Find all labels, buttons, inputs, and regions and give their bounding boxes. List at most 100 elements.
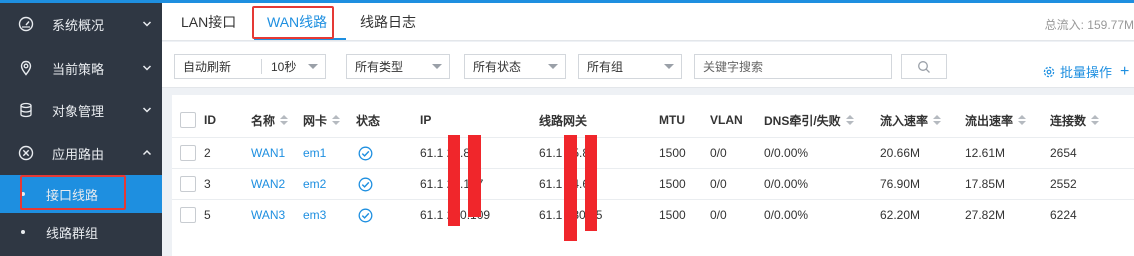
header-outflow[interactable]: 流出速率 <box>965 103 1027 137</box>
redaction-bar <box>448 135 460 226</box>
type-select[interactable]: 所有类型 <box>346 54 450 79</box>
row-checkbox[interactable] <box>180 200 196 230</box>
cell-id: 5 <box>204 208 211 222</box>
cell-name-link[interactable]: WAN3 <box>251 200 285 230</box>
cell-inflow: 62.20M <box>880 208 921 222</box>
cell-dns: 0/0.00% <box>764 208 809 222</box>
status-ok-icon <box>358 138 373 168</box>
status-select[interactable]: 所有状态 <box>464 54 566 79</box>
table-row[interactable]: 3 WAN2 em2 61.1 2. .107 61.1 . 4.65 1500… <box>172 168 1134 199</box>
divider <box>261 59 262 74</box>
header-vlan: VLAN <box>710 113 743 127</box>
toolbar: 自动刷新 10秒 所有类型 所有状态 所有组 关键字搜索 批量操作 + <box>162 42 1134 88</box>
batch-operation-label: 批量操作 <box>1060 65 1113 80</box>
cell-id: 2 <box>204 146 211 160</box>
group-select[interactable]: 所有组 <box>578 54 682 79</box>
cell-connections: 6224 <box>1050 208 1077 222</box>
status-ok-icon <box>358 169 373 199</box>
cell-vlan: 0/0 <box>710 177 727 191</box>
header-nic[interactable]: 网卡 <box>303 103 341 137</box>
cell-inflow: 20.66M <box>880 146 921 160</box>
cell-nic-link[interactable]: em3 <box>303 200 326 230</box>
header-name-label: 名称 <box>251 113 276 128</box>
table-row[interactable]: 5 WAN3 em3 61.1 2. 0.109 61.1 . 30.65 15… <box>172 199 1134 230</box>
redaction-bar <box>585 135 597 231</box>
highlight-box-tab <box>252 6 334 39</box>
auto-refresh-button[interactable]: 自动刷新 <box>183 58 231 75</box>
sidebar-subitem-line-groups[interactable]: 线路群组 <box>0 213 162 251</box>
dashboard-icon <box>0 16 52 32</box>
sidebar-item-label: 当前策略 <box>52 61 105 77</box>
cell-mtu: 1500 <box>659 208 686 222</box>
header-outflow-label: 流出速率 <box>965 113 1014 128</box>
chevron-down-icon <box>132 105 162 115</box>
header-mtu: MTU <box>659 113 685 127</box>
batch-operation-button[interactable]: 批量操作 + <box>1042 62 1129 81</box>
header-connections[interactable]: 连接数 <box>1050 103 1100 137</box>
cell-vlan: 0/0 <box>710 146 727 160</box>
cell-name-link[interactable]: WAN1 <box>251 138 285 168</box>
sidebar-item-current-policy[interactable]: 当前策略 <box>0 47 162 89</box>
select-all-checkbox[interactable] <box>180 103 196 137</box>
tab-line-logs[interactable]: 线路日志 <box>360 3 416 40</box>
row-checkbox[interactable] <box>180 138 196 168</box>
sort-icon <box>845 115 854 125</box>
tab-lan-interface[interactable]: LAN接口 <box>181 3 236 40</box>
bullet-icon <box>0 230 46 234</box>
redaction-bar <box>564 135 577 241</box>
header-id: ID <box>204 113 216 127</box>
type-select-value: 所有类型 <box>355 60 404 74</box>
cell-mtu: 1500 <box>659 146 686 160</box>
gear-icon <box>1043 66 1055 77</box>
database-icon <box>0 102 52 118</box>
redaction-bar <box>468 135 481 217</box>
app-window: 系统概况 当前策略 对象管理 应用路由 接口线路 线路群组 LAN接口 WAN线… <box>0 0 1134 256</box>
auto-refresh-control[interactable]: 自动刷新 10秒 <box>174 54 326 79</box>
header-inflow-label: 流入速率 <box>880 113 929 128</box>
cross-circle-icon <box>0 145 52 161</box>
header-dns-label: DNS牵引/失败 <box>764 113 841 128</box>
cell-inflow: 76.90M <box>880 177 921 191</box>
cell-outflow: 27.82M <box>965 208 1006 222</box>
header-connections-label: 连接数 <box>1050 113 1087 128</box>
table-header-row: ID 名称 网卡 状态 IP 线路网关 MTU VLAN DNS牵引/失败 流入… <box>172 103 1134 137</box>
cell-dns: 0/0.00% <box>764 146 809 160</box>
cell-nic-link[interactable]: em2 <box>303 169 326 199</box>
chevron-down-icon <box>132 19 162 29</box>
cell-connections: 2654 <box>1050 146 1077 160</box>
location-pin-icon <box>0 60 52 76</box>
add-button[interactable]: + <box>1120 63 1129 81</box>
search-input[interactable] <box>694 54 892 79</box>
cell-connections: 2552 <box>1050 177 1077 191</box>
sidebar-item-system-overview[interactable]: 系统概况 <box>0 3 162 45</box>
sidebar: 系统概况 当前策略 对象管理 应用路由 接口线路 线路群组 <box>0 3 162 256</box>
sidebar-item-label: 对象管理 <box>52 103 105 119</box>
header-dns[interactable]: DNS牵引/失败 <box>764 103 854 137</box>
sidebar-item-label: 应用路由 <box>52 146 105 162</box>
sidebar-item-object-management[interactable]: 对象管理 <box>0 89 162 131</box>
header-name[interactable]: 名称 <box>251 103 289 137</box>
header-gateway: 线路网关 <box>539 113 588 128</box>
header-status: 状态 <box>356 113 381 128</box>
sort-icon <box>332 115 341 125</box>
dropdown-caret-icon <box>432 64 442 69</box>
sidebar-item-label: 系统概况 <box>52 17 105 33</box>
cell-outflow: 17.85M <box>965 177 1006 191</box>
dropdown-caret-icon <box>548 64 558 69</box>
wan-lines-table: ID 名称 网卡 状态 IP 线路网关 MTU VLAN DNS牵引/失败 流入… <box>172 95 1134 256</box>
status-ok-icon <box>358 200 373 230</box>
table-row[interactable]: 2 WAN1 em1 61.1 2. .83 61.1 . 5.81 1500 … <box>172 137 1134 168</box>
cell-mtu: 1500 <box>659 177 686 191</box>
group-select-value: 所有组 <box>587 60 624 74</box>
row-checkbox[interactable] <box>180 169 196 199</box>
header-inflow[interactable]: 流入速率 <box>880 103 942 137</box>
search-button[interactable] <box>901 54 947 79</box>
sidebar-subitem-label: 线路群组 <box>46 225 99 241</box>
dropdown-caret-icon <box>308 64 318 69</box>
refresh-interval-select[interactable]: 10秒 <box>271 58 296 75</box>
cell-name-link[interactable]: WAN2 <box>251 169 285 199</box>
sort-icon <box>1018 115 1027 125</box>
sidebar-item-app-routing[interactable]: 应用路由 <box>0 132 162 174</box>
header-ip: IP <box>420 113 432 127</box>
cell-nic-link[interactable]: em1 <box>303 138 326 168</box>
